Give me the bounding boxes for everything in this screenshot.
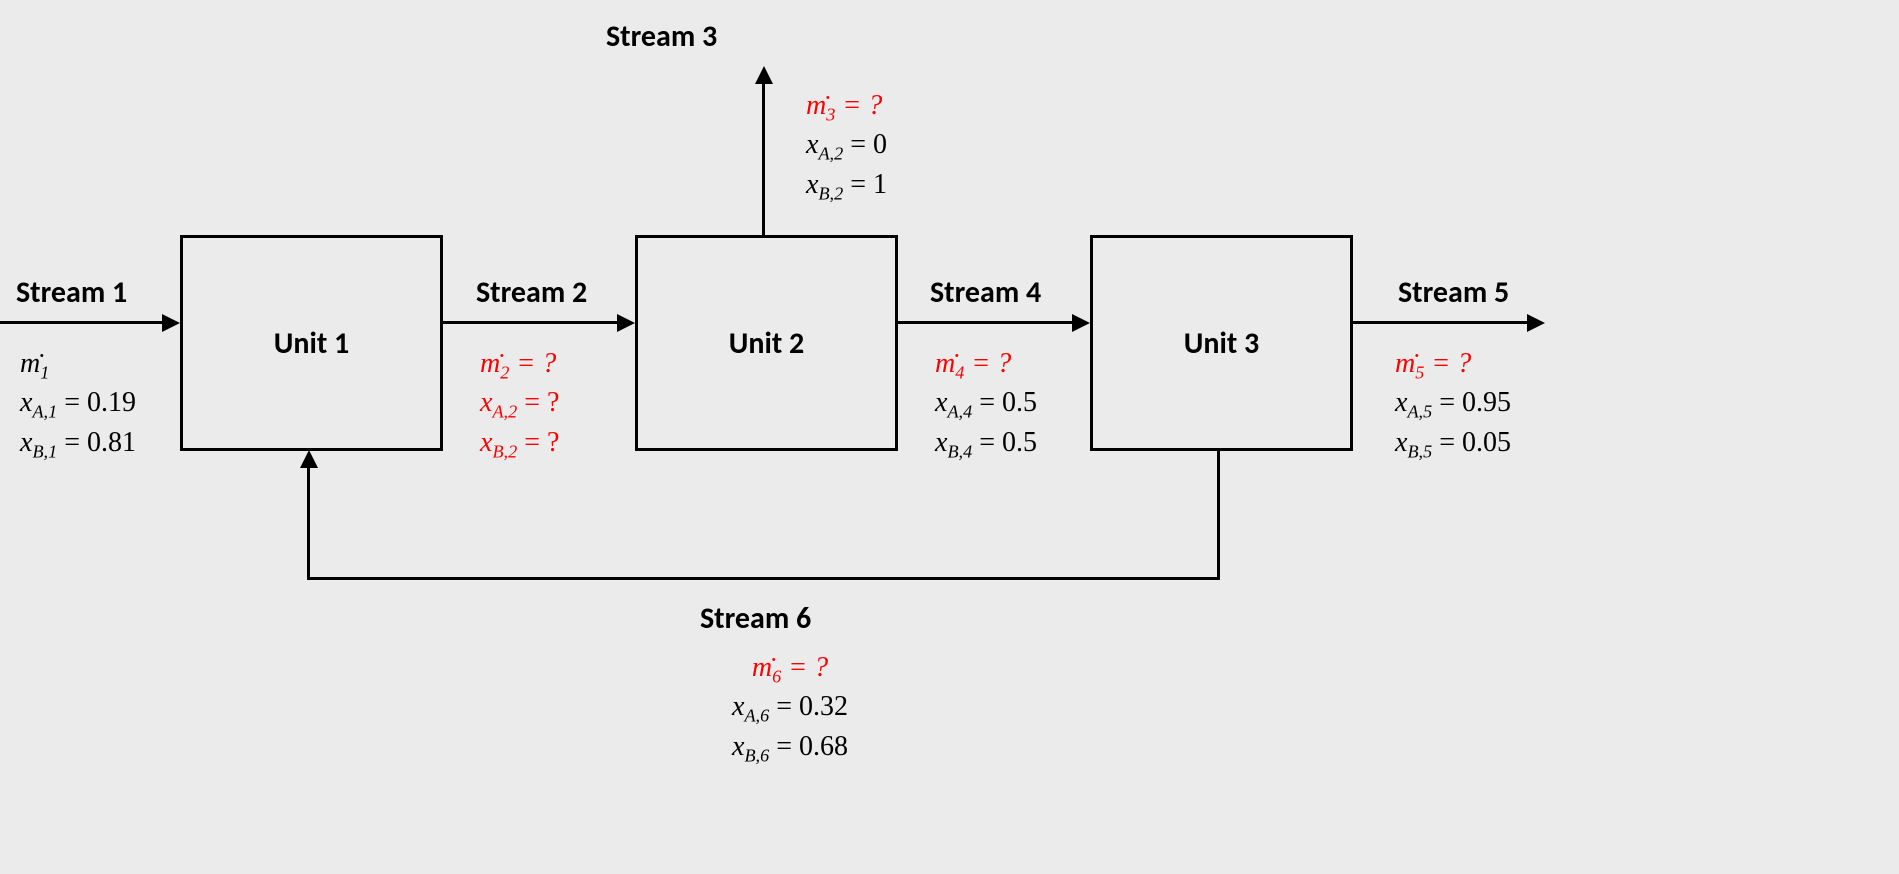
stream-2-xa: xA,2 = ? [480, 385, 559, 424]
stream-3-xb: xB,2 = 1 [806, 167, 887, 206]
stream-4-title: Stream 4 [930, 274, 1041, 311]
unit-3-label: Unit 3 [1184, 325, 1259, 362]
unit-2-box: Unit 2 [635, 235, 898, 451]
stream-1-vars: m1 xA,1 = 0.19 xB,1 = 0.81 [20, 346, 136, 464]
stream-2-line [440, 321, 621, 324]
stream-2-arrowhead [617, 314, 635, 332]
stream-1-arrowhead [162, 314, 180, 332]
unit-2-label: Unit 2 [729, 325, 804, 362]
stream-4-mdot: m4 = ? [935, 346, 1037, 385]
stream-6-arrowhead [300, 450, 318, 468]
stream-5-arrowhead [1527, 314, 1545, 332]
stream-5-title: Stream 5 [1398, 274, 1509, 311]
stream-1-title: Stream 1 [16, 274, 127, 311]
stream-2-mdot: m2 = ? [480, 346, 559, 385]
stream-6-line-horiz [307, 577, 1220, 580]
stream-5-xb: xB,5 = 0.05 [1395, 425, 1511, 464]
stream-4-xa: xA,4 = 0.5 [935, 385, 1037, 424]
stream-5-xa: xA,5 = 0.95 [1395, 385, 1511, 424]
stream-6-vars: m6 = ? xA,6 = 0.32 xB,6 = 0.68 [690, 650, 890, 768]
stream-3-arrowhead [755, 66, 773, 84]
stream-6-xb: xB,6 = 0.68 [690, 729, 890, 768]
stream-6-mdot: m6 = ? [690, 650, 890, 689]
stream-3-mdot: m3 = ? [806, 88, 887, 127]
stream-2-title: Stream 2 [476, 274, 587, 311]
unit-1-label: Unit 1 [274, 325, 349, 362]
stream-3-xa: xA,2 = 0 [806, 127, 887, 166]
stream-4-vars: m4 = ? xA,4 = 0.5 xB,4 = 0.5 [935, 346, 1037, 464]
stream-5-line [1350, 321, 1531, 324]
stream-3-title: Stream 3 [606, 18, 717, 55]
stream-5-mdot: m5 = ? [1395, 346, 1511, 385]
stream-4-xb: xB,4 = 0.5 [935, 425, 1037, 464]
stream-1-xa: xA,1 = 0.19 [20, 385, 136, 424]
unit-3-box: Unit 3 [1090, 235, 1353, 451]
stream-5-vars: m5 = ? xA,5 = 0.95 xB,5 = 0.05 [1395, 346, 1511, 464]
stream-6-line-up [307, 466, 310, 580]
stream-4-line [895, 321, 1076, 324]
stream-1-xb: xB,1 = 0.81 [20, 425, 136, 464]
stream-3-line [762, 82, 765, 235]
stream-6-line-down [1217, 448, 1220, 580]
stream-6-xa: xA,6 = 0.32 [690, 689, 890, 728]
stream-2-vars: m2 = ? xA,2 = ? xB,2 = ? [480, 346, 559, 464]
unit-1-box: Unit 1 [180, 235, 443, 451]
stream-6-title: Stream 6 [700, 600, 811, 637]
stream-1-line [0, 321, 166, 324]
stream-3-vars: m3 = ? xA,2 = 0 xB,2 = 1 [806, 88, 887, 206]
stream-2-xb: xB,2 = ? [480, 425, 559, 464]
stream-4-arrowhead [1072, 314, 1090, 332]
stream-1-mdot: m1 [20, 346, 136, 385]
